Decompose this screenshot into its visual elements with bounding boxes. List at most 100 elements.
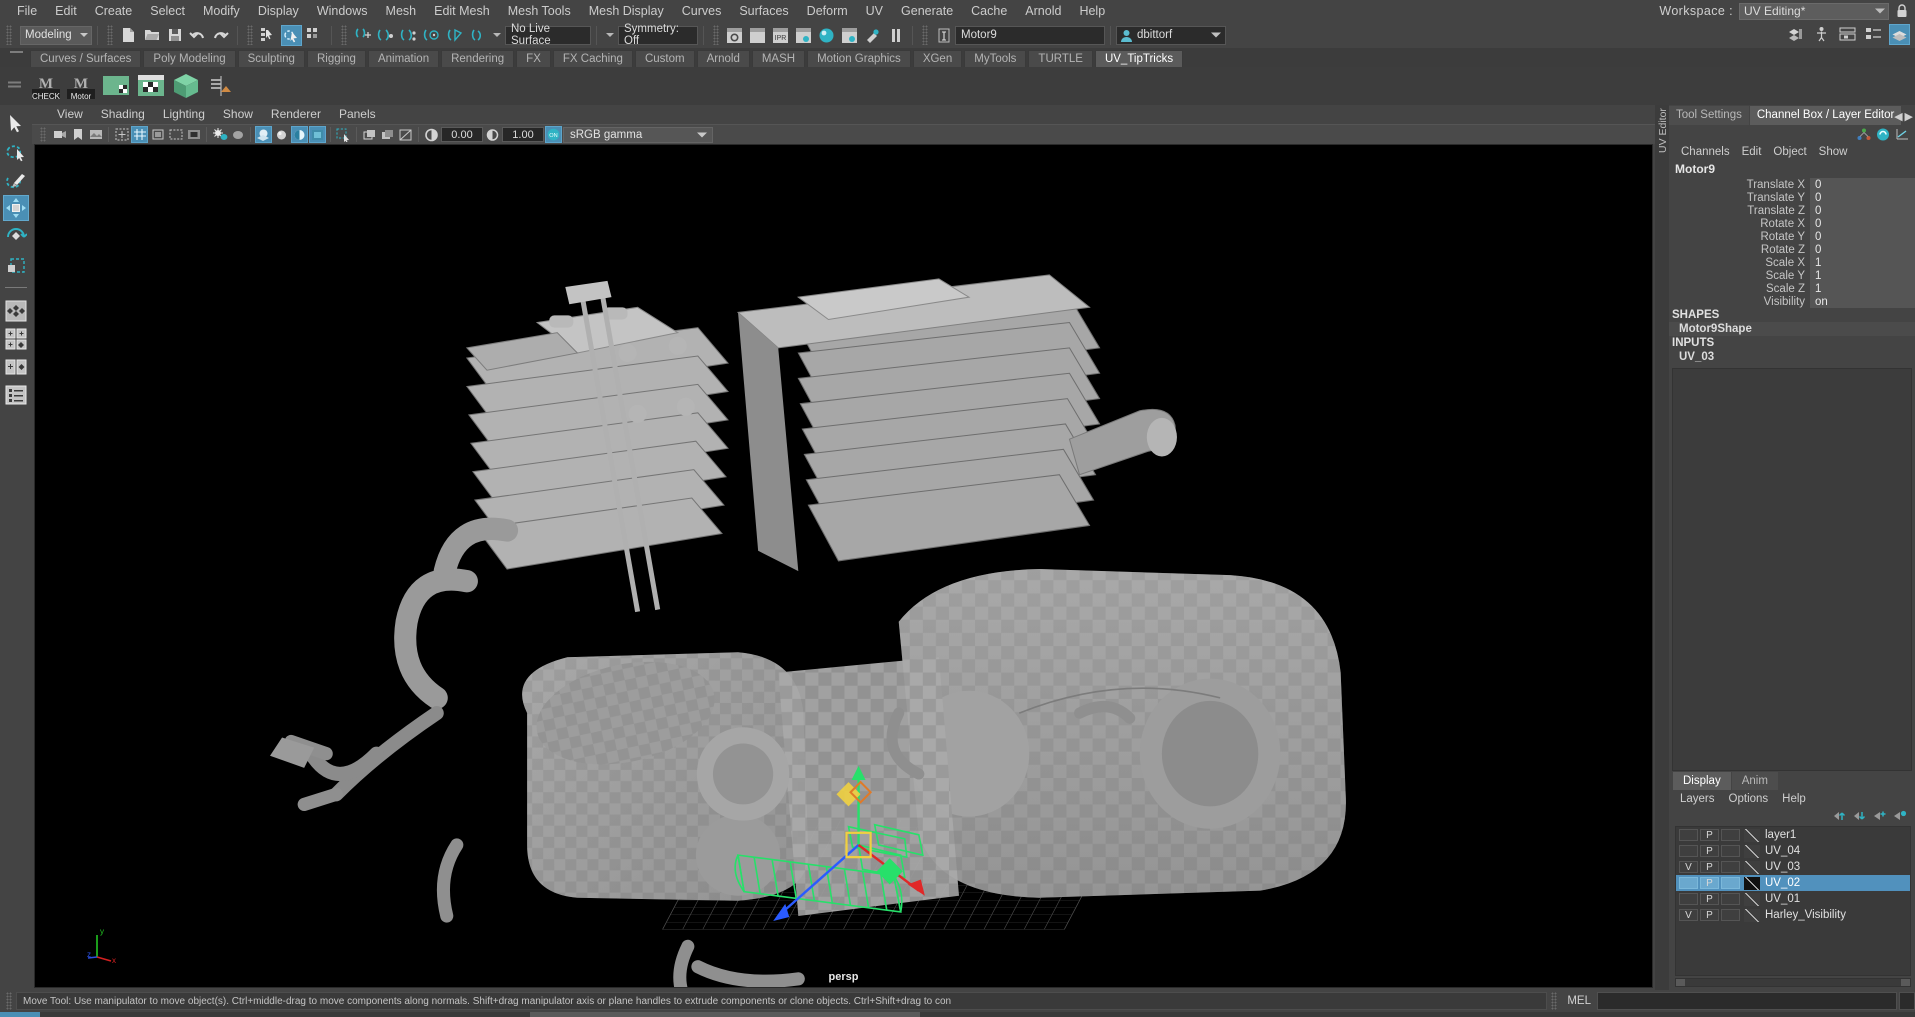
shelf-tab-rendering[interactable]: Rendering [441,50,514,67]
menu-file[interactable]: File [8,0,46,22]
shelf-tab-turtle[interactable]: TURTLE [1028,50,1093,67]
layer-menu-help[interactable]: Help [1775,793,1813,805]
channel-box-shape-item[interactable]: Motor9Shape [1669,322,1915,336]
select-by-object-icon[interactable] [281,25,302,46]
channel-value[interactable]: 1 [1810,269,1915,282]
layer-name[interactable]: UV_03 [1765,861,1800,873]
two-pane-layout[interactable] [3,354,29,380]
layer-list[interactable]: P layer1 P UV_04 [1675,826,1911,976]
shelf-tab-xgen[interactable]: XGen [913,50,962,67]
channel-box-menu-edit[interactable]: Edit [1736,146,1768,158]
channel-row-scale-x[interactable]: Scale X 1 [1669,256,1915,269]
shelf-button-green-checker-plane[interactable] [100,70,132,102]
menu-mesh[interactable]: Mesh [377,0,426,22]
paint-select-tool[interactable] [3,167,29,193]
chevron-down-icon[interactable] [493,33,501,37]
graph-editor-icon[interactable] [1895,128,1909,141]
channel-value[interactable]: on [1810,295,1915,308]
isolate-select-icon[interactable] [335,126,352,143]
color-management-toggle-icon[interactable] [423,126,440,143]
snap-to-view-plane-icon[interactable] [444,25,465,46]
group-grip[interactable] [922,25,928,45]
2d-pan-zoom-icon[interactable] [113,126,130,143]
chevron-down-icon[interactable] [606,33,614,37]
channel-value[interactable]: 0 [1810,191,1915,204]
layer-visibility-toggle[interactable] [1679,829,1698,841]
mel-label[interactable]: MEL [1561,995,1597,1007]
layer-display-type-toggle[interactable] [1721,845,1740,857]
layer-row-uv-01[interactable]: P UV_01 [1676,891,1910,907]
gamma-icon[interactable] [484,126,501,143]
textured-icon[interactable] [291,126,308,143]
xray-active-components-icon[interactable] [379,126,396,143]
tool-settings-icon[interactable] [1863,24,1884,45]
shelf-tab-fx-caching[interactable]: FX Caching [553,50,633,67]
xray-icon[interactable] [229,126,246,143]
mel-grip[interactable] [1551,992,1557,1010]
move-layer-down-icon[interactable] [1853,810,1867,822]
layer-display-type-toggle[interactable] [1721,861,1740,873]
menu-display[interactable]: Display [249,0,308,22]
channel-value[interactable]: 0 [1810,178,1915,191]
quick-select-name-field[interactable]: Motor9 [955,26,1105,45]
menu-modify[interactable]: Modify [194,0,249,22]
attribute-editor-icon[interactable] [1837,24,1858,45]
grid-toggle-icon[interactable] [131,126,148,143]
viewport-menu-view[interactable]: View [48,105,92,124]
layer-display-type-toggle[interactable] [1721,893,1740,905]
menu-mesh-tools[interactable]: Mesh Tools [499,0,580,22]
channel-box-menu-show[interactable]: Show [1813,146,1854,158]
select-by-hierarchy-icon[interactable] [258,25,279,46]
snap-to-curve-icon[interactable] [375,25,396,46]
menu-curves[interactable]: Curves [673,0,731,22]
select-camera-icon[interactable] [51,126,68,143]
select-tool[interactable] [3,111,29,137]
rotate-tool[interactable] [3,223,29,249]
channel-box-icon[interactable] [1889,24,1910,45]
shelf-tab-curves-surfaces[interactable]: Curves / Surfaces [30,50,141,67]
outliner-persp-layout[interactable] [3,382,29,408]
save-scene-icon[interactable] [164,25,185,46]
mel-command-input[interactable] [1597,992,1897,1010]
lasso-select-tool[interactable] [3,139,29,165]
lights-icon[interactable] [309,126,326,143]
make-live-icon[interactable] [467,25,488,46]
channel-value[interactable]: 1 [1810,282,1915,295]
modeling-toolkit-icon[interactable] [1785,24,1806,45]
menu-arnold[interactable]: Arnold [1016,0,1070,22]
smooth-shade-icon[interactable] [273,126,290,143]
layer-name[interactable]: UV_01 [1765,893,1800,905]
layer-tab-anim[interactable]: Anim [1732,772,1778,790]
new-layer-from-selected-icon[interactable] [1893,810,1907,822]
menu-cache[interactable]: Cache [962,0,1016,22]
shelf-button-uv-window-checker[interactable] [135,70,167,102]
channel-row-rotate-x[interactable]: Rotate X 0 [1669,217,1915,230]
shelf-tab-motion-graphics[interactable]: Motion Graphics [807,50,911,67]
shelf-button-check[interactable]: M CHECK [30,70,62,102]
layer-name[interactable]: UV_04 [1765,845,1800,857]
channel-value[interactable]: 0 [1810,217,1915,230]
channel-row-translate-x[interactable]: Translate X 0 [1669,178,1915,191]
gamma-value-field[interactable]: 1.00 [502,127,544,142]
last-tool-used[interactable] [3,298,29,324]
viewport-menu-shading[interactable]: Shading [92,105,154,124]
group-grip[interactable] [341,25,347,45]
layer-display-type-toggle[interactable] [1721,829,1740,841]
tab-nav-next-icon[interactable]: ▶ [1905,110,1913,123]
menu-edit-mesh[interactable]: Edit Mesh [425,0,499,22]
exposure-value-field[interactable]: 0.00 [441,127,483,142]
layer-color-swatch[interactable] [1744,845,1760,858]
shelf-button-motor[interactable]: M Motor [65,70,97,102]
xray-joints-icon[interactable] [361,126,378,143]
gate-mask-icon[interactable] [185,126,202,143]
menu-help[interactable]: Help [1070,0,1114,22]
shelf-tab-mytools[interactable]: MyTools [964,50,1026,67]
lock-icon[interactable] [1895,3,1909,19]
layer-menu-layers[interactable]: Layers [1673,793,1722,805]
viewport-menu-show[interactable]: Show [214,105,262,124]
shelf-tab-uv-tiptricks[interactable]: UV_TipTricks [1095,50,1183,67]
new-layer-icon[interactable] [1873,810,1887,822]
shelf-row-grip[interactable] [8,82,21,91]
layer-name[interactable]: layer1 [1765,829,1796,841]
script-editor-button[interactable] [1899,992,1915,1010]
